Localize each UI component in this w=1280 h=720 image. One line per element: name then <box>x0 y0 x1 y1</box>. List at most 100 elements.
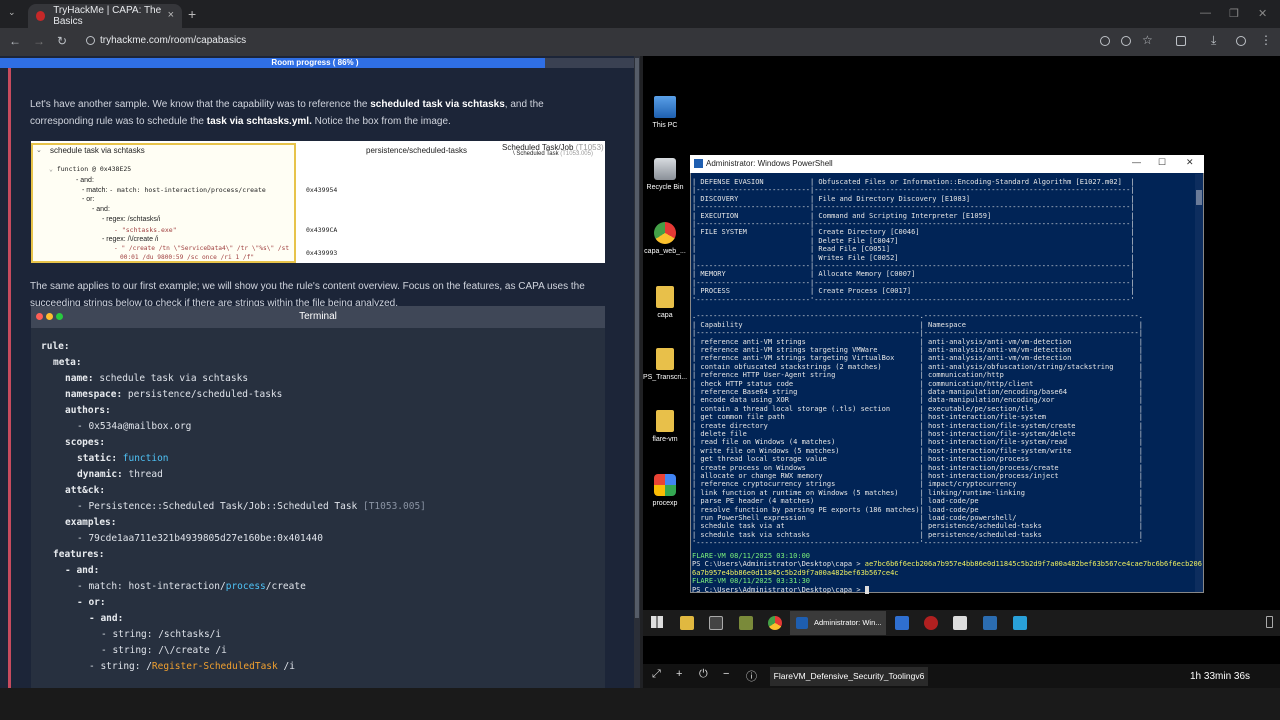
fullscreen-icon[interactable]: ⤢ <box>652 668 661 681</box>
terminal-line: - string: /schtasks/i <box>101 629 222 640</box>
terminal-line: meta: <box>53 357 82 368</box>
terminal-header: Terminal <box>31 306 605 328</box>
page-scrollbar-thumb[interactable] <box>635 58 639 618</box>
file-explorer-icon[interactable] <box>680 616 694 630</box>
ps-command-wrap: 6a7b957e4bb86e0d11845c5b2d9f7a00a482bef6… <box>692 568 899 577</box>
folder-icon <box>656 286 674 308</box>
expand-chevron-icon: ⌄ <box>36 147 42 154</box>
tab-list-chevron-icon[interactable]: ⌄ <box>8 7 16 18</box>
computer-icon <box>654 96 676 118</box>
back-icon[interactable]: ← <box>9 34 21 48</box>
ps-maximize-icon[interactable]: ☐ <box>1158 157 1166 168</box>
vm-control-bar <box>643 664 1280 688</box>
menu-icon[interactable]: ⋮ <box>1260 33 1272 47</box>
maximize-icon[interactable]: ❐ <box>1229 7 1239 20</box>
tool-icon[interactable] <box>739 616 753 630</box>
ps-output-line: | create process on Windows | host-inter… <box>692 463 1143 472</box>
ps-command-line[interactable]: PS C:\Users\Administrator\Desktop\capa >… <box>692 560 1202 568</box>
app-icon[interactable] <box>895 616 909 630</box>
ps-output-line: | schedule task via at | persistence/sch… <box>692 522 1143 531</box>
terminal-line: dynamic: thread <box>77 469 163 480</box>
ps-output-line: |---------------------------|-----------… <box>692 203 1135 212</box>
terminal-line: namespace: persistence/scheduled-tasks <box>65 389 283 400</box>
ps-timestamp: FLARE-VM 08/11/2025 03:10:00 <box>692 552 811 560</box>
ps-output-line: | allocate or change RWX memory | host-i… <box>692 472 1143 480</box>
desktop-icon-ps-transcripts[interactable]: PS_Transcri... <box>640 348 690 381</box>
image-namespace: persistence/scheduled-tasks <box>366 146 467 155</box>
power-icon[interactable]: ⏻ <box>699 668 708 681</box>
reload-icon[interactable]: ↻ <box>57 34 67 48</box>
terminal-line: - 79cde1aa711e321b4939805d27e160be:0x401… <box>77 533 323 544</box>
image-address: 0x439954 <box>306 186 338 194</box>
close-window-icon[interactable]: ✕ <box>1258 7 1267 20</box>
ps-output-line: | check HTTP status code | communication… <box>692 379 1143 388</box>
desktop-icon-recycle-bin[interactable]: Recycle Bin <box>640 158 690 191</box>
ps-scrollbar-thumb[interactable] <box>1196 190 1202 205</box>
image-line: - "schtasks.exe" <box>114 226 177 234</box>
start-icon[interactable] <box>651 616 663 628</box>
desktop-icon-procexp[interactable]: procexp <box>640 474 690 507</box>
ps-output-line: | link function at runtime on Windows (5… <box>692 488 1143 497</box>
terminal-line: att&ck: <box>65 485 106 496</box>
image-line: ⌄ function @ 0x438E25 <box>49 165 132 173</box>
eye-off-icon[interactable] <box>1100 36 1110 46</box>
ps-close-icon[interactable]: ✕ <box>1186 157 1194 168</box>
desktop-icon-flare-vm[interactable]: flare-vm <box>640 410 690 443</box>
ps-output-line: |---------------------------------------… <box>692 329 1143 338</box>
chrome-icon <box>654 222 676 244</box>
powershell-title: Administrator: Windows PowerShell <box>690 155 1204 173</box>
tab-close-icon[interactable]: × <box>168 9 174 21</box>
ps-minimize-icon[interactable]: — <box>1132 157 1141 167</box>
app-icon[interactable] <box>983 616 997 630</box>
privacy-eye-icon[interactable] <box>1121 36 1131 46</box>
reduce-time-icon[interactable]: − <box>723 668 729 680</box>
terminal-line: rule: <box>41 341 70 352</box>
desktop-icon-capa-web[interactable]: capa_web_... <box>640 222 690 255</box>
ps-output-line: | | Read File [C0051] | <box>692 245 1135 254</box>
address-bar[interactable]: tryhackme.com/room/capabasics <box>100 35 246 46</box>
ps-output-line: | contain obfuscated stackstrings (2 mat… <box>692 362 1143 371</box>
new-tab-button[interactable]: + <box>188 6 196 22</box>
ps-output-line: | | Delete File [C0047] | <box>692 236 1135 245</box>
app-icon[interactable] <box>924 616 938 630</box>
ps-output-line: .---------------------------------------… <box>692 312 1143 321</box>
room-progress-label: Room progress ( 86% ) <box>271 58 359 67</box>
extensions-icon[interactable] <box>1176 36 1186 46</box>
image-line: - and: <box>92 206 110 213</box>
desktop-icon-this-pc[interactable]: This PC <box>640 96 690 129</box>
download-icon[interactable]: ⤓ <box>1211 33 1216 48</box>
ps-output-line: | PROCESS | Create Process [C0017] | <box>692 287 1135 296</box>
terminal-line: - string: /Register-ScheduledTask /i <box>89 661 295 672</box>
ps-output-line: | get thread local storage value | host-… <box>692 455 1143 464</box>
terminal-line: examples: <box>65 517 117 528</box>
ps-output-line: | contain a thread local storage (.tls) … <box>692 404 1143 413</box>
site-info-icon[interactable] <box>86 36 95 45</box>
ps-scrollbar[interactable] <box>1195 174 1203 592</box>
vm-name: FlareVM_Defensive_Security_Toolingv6 <box>770 667 928 686</box>
app-icon[interactable] <box>953 616 967 630</box>
ps-output-line: | run PowerShell expression | load-code/… <box>692 514 1143 522</box>
desktop-icon-capa[interactable]: capa <box>640 286 690 319</box>
terminal-line: - 0x534a@mailbox.org <box>77 421 192 432</box>
add-time-icon[interactable]: + <box>676 668 682 680</box>
forward-icon[interactable]: → <box>33 34 45 48</box>
chrome-taskbar-icon[interactable] <box>768 616 782 630</box>
terminal-line: - Persistence::Scheduled Task/Job::Sched… <box>77 501 426 512</box>
ps-output-line: | write file on Windows (5 matches) | ho… <box>692 446 1143 455</box>
minimize-icon[interactable]: — <box>1200 7 1211 19</box>
tab-capa-basics[interactable]: TryHackMe | CAPA: The Basics × <box>28 4 182 28</box>
terminal-line: features: <box>53 549 105 560</box>
bookmark-star-icon[interactable]: ☆ <box>1142 33 1153 47</box>
cmd-icon[interactable] <box>709 616 723 630</box>
ps-prompt[interactable]: PS C:\Users\Administrator\Desktop\capa > <box>692 585 870 594</box>
app-icon[interactable] <box>1013 616 1027 630</box>
profile-icon[interactable] <box>1236 36 1246 46</box>
info-icon[interactable]: ⓘ <box>746 668 757 684</box>
image-rule-title: schedule task via schtasks <box>50 146 145 155</box>
ps-output-line: |---------------------------|-----------… <box>692 220 1135 228</box>
terminal-line: - and: <box>89 613 124 624</box>
terminal-line: scopes: <box>65 437 106 448</box>
procexp-icon <box>654 474 676 496</box>
folder-icon <box>656 410 674 432</box>
terminal-line: name: schedule task via schtasks <box>65 373 249 384</box>
